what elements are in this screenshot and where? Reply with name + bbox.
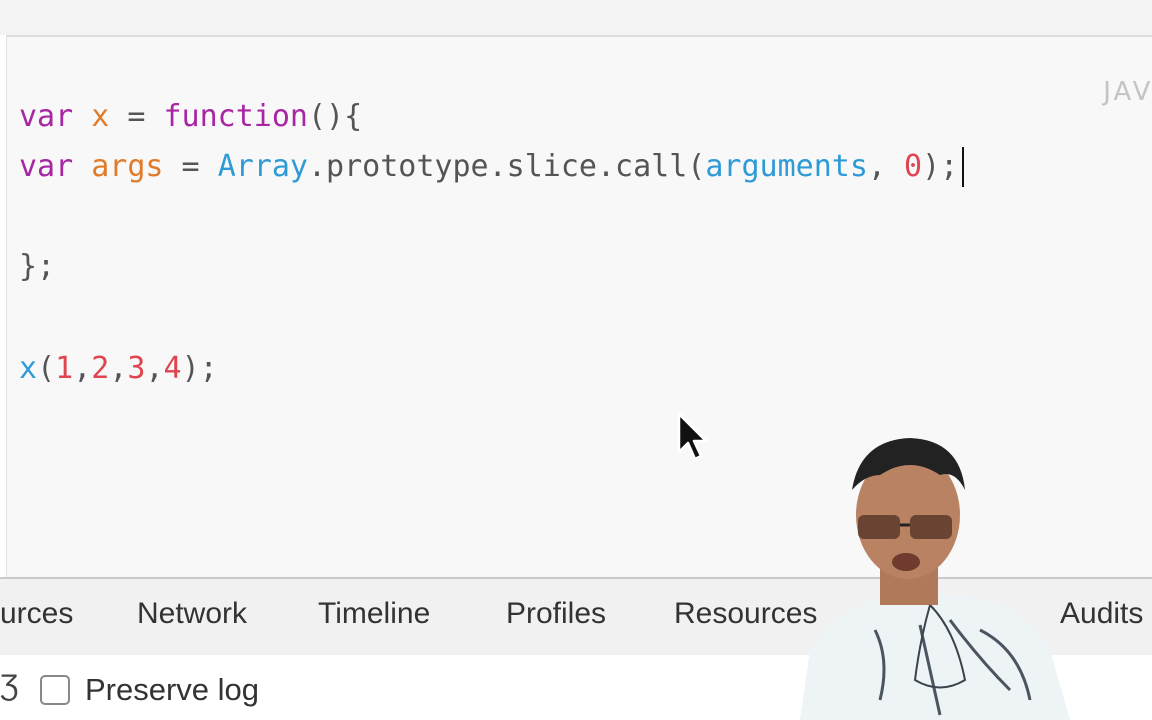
editor-top-strip <box>0 0 1152 37</box>
filter-icon[interactable]: Ʒ <box>0 669 18 703</box>
call-identifier-x: x <box>19 351 38 386</box>
comma: , <box>73 351 92 386</box>
mouse-pointer-icon <box>677 412 708 461</box>
method-chain: .prototype.slice.call( <box>308 149 706 184</box>
text-cursor <box>962 147 965 187</box>
call-end: ); <box>181 351 218 386</box>
identifier-args: args <box>91 149 164 184</box>
number-literal: 1 <box>55 351 74 386</box>
tab-network[interactable]: Network <box>137 597 247 631</box>
code-line-3[interactable]: }; <box>19 247 55 287</box>
comma: , <box>145 351 164 386</box>
code-line-4[interactable]: x(1,2,3,4); <box>19 349 218 389</box>
presenter-video-overlay <box>800 438 1070 720</box>
language-label: JAVAS <box>1103 77 1152 107</box>
open-paren: ( <box>37 351 56 386</box>
assign-operator: = <box>109 99 164 134</box>
builtin-array: Array <box>217 149 308 184</box>
keyword-var: var <box>19 99 74 134</box>
editor-gutter <box>0 35 7 577</box>
arg-separator: , <box>867 149 905 184</box>
identifier-x: x <box>91 99 110 134</box>
number-literal: 0 <box>904 149 923 184</box>
preserve-log-checkbox[interactable] <box>40 675 70 705</box>
number-literal: 4 <box>163 351 182 386</box>
code-line-1[interactable]: var x = function(){ <box>19 97 362 137</box>
assign-operator: = <box>163 149 218 184</box>
number-literal: 3 <box>127 351 146 386</box>
tab-timeline[interactable]: Timeline <box>318 597 430 631</box>
tab-sources[interactable]: urces <box>0 597 73 631</box>
arguments-identifier: arguments <box>705 149 868 184</box>
function-parens: (){ <box>308 99 363 134</box>
tab-profiles[interactable]: Profiles <box>506 597 606 631</box>
code-line-2[interactable]: var args = Array.prototype.slice.call(ar… <box>19 147 965 187</box>
keyword-var: var <box>19 149 74 184</box>
preserve-log-label[interactable]: Preserve log <box>85 672 259 708</box>
statement-end: ); <box>922 149 959 184</box>
comma: , <box>109 351 128 386</box>
closing-brace: }; <box>19 249 56 284</box>
keyword-function: function <box>163 99 309 134</box>
number-literal: 2 <box>91 351 110 386</box>
